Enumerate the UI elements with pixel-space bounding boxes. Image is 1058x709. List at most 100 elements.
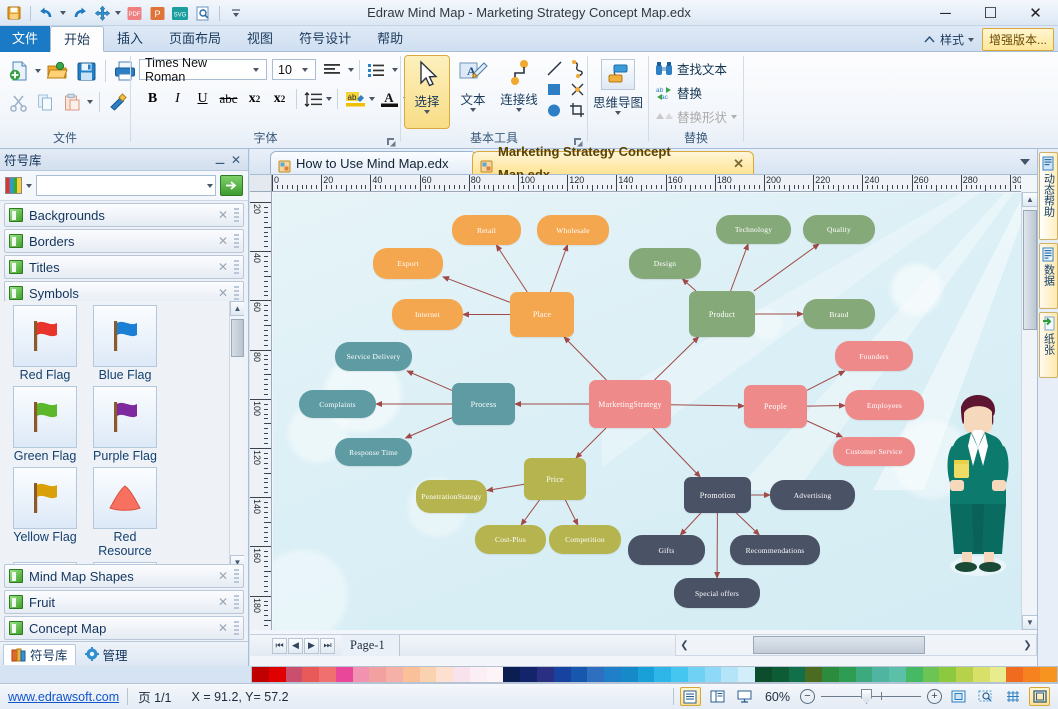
palette-swatch[interactable] bbox=[839, 667, 856, 682]
view-split-button[interactable] bbox=[707, 687, 728, 706]
library-close-icon[interactable]: ✕ bbox=[218, 569, 228, 583]
hscroll-thumb[interactable] bbox=[753, 636, 925, 654]
palette-swatch[interactable] bbox=[705, 667, 722, 682]
zoom-out-button[interactable]: − bbox=[800, 689, 815, 704]
doc-tab-list-caret[interactable] bbox=[1019, 155, 1031, 169]
font-color-icon[interactable]: A bbox=[377, 88, 401, 110]
shape-blue-flag[interactable]: Blue Flag bbox=[88, 305, 162, 382]
mindmap-node-people[interactable]: People bbox=[744, 385, 807, 428]
prev-page-button[interactable]: ◀ bbox=[288, 638, 303, 654]
select-tool-button[interactable]: 选择 bbox=[405, 56, 449, 128]
panel-tab-manage[interactable]: 管理 bbox=[78, 644, 135, 665]
mindmap-node-place[interactable]: Place bbox=[510, 292, 574, 337]
select-tool-caret[interactable] bbox=[424, 110, 430, 114]
mindmap-caret[interactable] bbox=[615, 111, 621, 115]
mindmap-node-internet[interactable]: Internet bbox=[392, 299, 463, 330]
palette-swatch[interactable] bbox=[755, 667, 772, 682]
palette-swatch[interactable] bbox=[336, 667, 353, 682]
zoom-selection-button[interactable] bbox=[975, 687, 996, 706]
minimize-button[interactable]: ─ bbox=[923, 0, 968, 26]
library-grip[interactable] bbox=[234, 595, 239, 609]
tab-home[interactable]: 开始 bbox=[50, 26, 104, 52]
curve-tool-icon[interactable] bbox=[566, 58, 588, 79]
crop-tool-icon[interactable] bbox=[566, 100, 588, 121]
drawing-canvas[interactable]: MarketingStrategyPlaceRetailWholesaleExp… bbox=[273, 193, 1021, 630]
paste-icon[interactable] bbox=[60, 90, 84, 114]
undo-icon[interactable] bbox=[37, 3, 57, 23]
palette-swatch[interactable] bbox=[822, 667, 839, 682]
maximize-button[interactable]: ☐ bbox=[968, 0, 1013, 26]
font-family-select[interactable]: Times New Roman bbox=[139, 59, 267, 80]
palette-swatch[interactable] bbox=[470, 667, 487, 682]
font-family-caret[interactable] bbox=[253, 68, 259, 72]
search-go-button[interactable] bbox=[220, 175, 243, 196]
website-link[interactable]: www.edrawsoft.com bbox=[0, 690, 127, 704]
palette-swatch[interactable] bbox=[1023, 667, 1040, 682]
horizontal-ruler[interactable]: 0204060801001201401601802002202402602803… bbox=[272, 175, 1021, 192]
library-backgrounds[interactable]: Backgrounds ✕ bbox=[4, 203, 244, 227]
superscript-button[interactable]: x2 bbox=[268, 88, 291, 110]
right-tab-paper[interactable]: 纸张 bbox=[1039, 312, 1058, 378]
page-border-button[interactable] bbox=[1029, 687, 1050, 706]
scroll-left-icon[interactable]: ❮ bbox=[676, 635, 693, 655]
palette-swatch[interactable] bbox=[923, 667, 940, 682]
mindmap-node-brand[interactable]: Brand bbox=[803, 299, 875, 329]
align-dropdown-caret[interactable] bbox=[348, 68, 354, 72]
canvas-scroll-up-icon[interactable]: ▲ bbox=[1022, 192, 1038, 207]
palette-swatch[interactable] bbox=[487, 667, 504, 682]
move-dropdown-caret[interactable] bbox=[115, 11, 121, 15]
mindmap-node-specialoffers[interactable]: Special offers bbox=[674, 578, 760, 608]
strikethrough-button[interactable]: abc bbox=[216, 88, 241, 110]
color-palette[interactable] bbox=[251, 666, 1058, 683]
library-close-icon[interactable]: ✕ bbox=[218, 595, 228, 609]
zoom-slider-thumb[interactable] bbox=[861, 689, 872, 704]
shape-yellow-flag[interactable]: Yellow Flag bbox=[8, 467, 82, 558]
mindmap-node-competition[interactable]: Competition bbox=[549, 525, 621, 554]
connector-tool-caret[interactable] bbox=[516, 108, 522, 112]
tab-insert[interactable]: 插入 bbox=[104, 26, 156, 52]
palette-swatch[interactable] bbox=[252, 667, 269, 682]
mindmap-node-export[interactable]: Export bbox=[373, 248, 443, 279]
library-palette-icon[interactable] bbox=[5, 177, 22, 194]
tab-view[interactable]: 视图 bbox=[234, 26, 286, 52]
italic-button[interactable]: I bbox=[166, 88, 189, 110]
palette-swatch[interactable] bbox=[688, 667, 705, 682]
library-close-icon[interactable]: ✕ bbox=[218, 621, 228, 635]
connect-points-icon[interactable] bbox=[566, 79, 588, 100]
mindmap-button[interactable]: 思维导图 bbox=[590, 56, 646, 128]
palette-swatch[interactable] bbox=[369, 667, 386, 682]
mindmap-node-promotion[interactable]: Promotion bbox=[684, 477, 751, 513]
underline-button[interactable]: U bbox=[191, 88, 214, 110]
line-spacing-icon[interactable] bbox=[302, 88, 324, 110]
palette-swatch[interactable] bbox=[587, 667, 604, 682]
library-grip[interactable] bbox=[234, 260, 239, 274]
mindmap-node-recommendations[interactable]: Recommendations bbox=[730, 535, 820, 565]
mindmap-node-marketing[interactable]: MarketingStrategy bbox=[589, 380, 671, 428]
scroll-up-icon[interactable]: ▲ bbox=[230, 301, 244, 316]
library-titles[interactable]: Titles ✕ bbox=[4, 255, 244, 279]
view-presentation-button[interactable] bbox=[734, 687, 755, 706]
highlight-dropdown-caret[interactable] bbox=[369, 97, 375, 101]
font-size-caret[interactable] bbox=[302, 68, 308, 72]
mindmap-node-responsetime[interactable]: Response Time bbox=[335, 438, 412, 466]
mindmap-node-retail[interactable]: Retail bbox=[452, 215, 521, 245]
align-text-icon[interactable] bbox=[321, 60, 343, 80]
tab-help[interactable]: 帮助 bbox=[364, 26, 416, 52]
palette-swatch[interactable] bbox=[621, 667, 638, 682]
save-icon[interactable] bbox=[4, 3, 24, 23]
right-tab-data[interactable]: 数据 bbox=[1039, 243, 1058, 309]
page-tab[interactable]: Page-1 bbox=[342, 635, 400, 656]
new-document-icon[interactable] bbox=[6, 58, 32, 84]
palette-swatch[interactable] bbox=[554, 667, 571, 682]
tab-symbol-design[interactable]: 符号设计 bbox=[286, 26, 364, 52]
library-grip[interactable] bbox=[234, 286, 239, 300]
shape-red-resource[interactable]: Red Resource bbox=[88, 467, 162, 558]
tab-file[interactable]: 文件 bbox=[0, 26, 50, 52]
library-palette-caret[interactable] bbox=[26, 184, 32, 188]
palette-swatch[interactable] bbox=[319, 667, 336, 682]
palette-swatch[interactable] bbox=[939, 667, 956, 682]
bullet-dropdown-caret[interactable] bbox=[392, 68, 398, 72]
shape-red-flag[interactable]: Red Flag bbox=[8, 305, 82, 382]
save-document-icon[interactable] bbox=[73, 58, 99, 84]
library-fruit[interactable]: Fruit ✕ bbox=[4, 590, 244, 614]
